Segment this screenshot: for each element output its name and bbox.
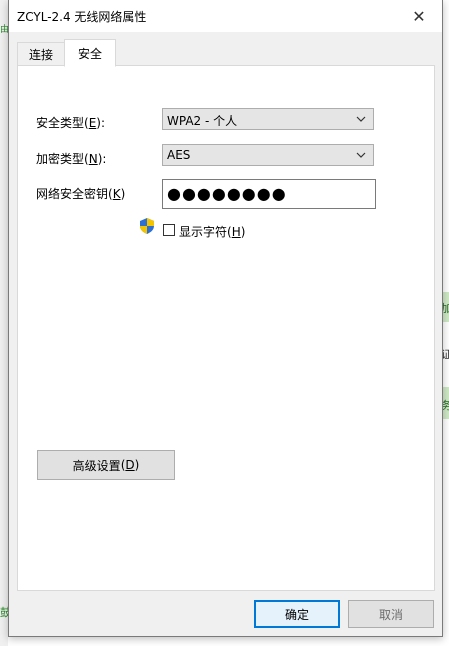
advanced-settings-label: 高级设置 (72, 458, 121, 473)
security-type-label-text: 安全类型 (36, 116, 85, 130)
chevron-down-icon (356, 116, 366, 122)
cancel-button[interactable]: 取消 (348, 600, 434, 628)
network-key-input[interactable]: ●●●●●●●● (162, 179, 376, 209)
close-button[interactable]: ✕ (396, 0, 442, 32)
security-type-accel: E (88, 116, 97, 130)
tab-security[interactable]: 安全 (64, 39, 116, 67)
encryption-type-label: 加密类型(N): (36, 152, 107, 166)
encryption-type-value: AES (167, 148, 191, 162)
security-tab-panel: 安全类型(E): WPA2 - 个人 加密类型(N): AES 网络安全密钥(K… (17, 65, 435, 591)
ok-button[interactable]: 确定 (254, 600, 340, 628)
ok-button-label: 确定 (284, 607, 309, 622)
show-characters-checkbox[interactable] (163, 224, 175, 236)
tab-connection-label: 连接 (28, 47, 53, 62)
window-title: ZCYL-2.4 无线网络属性 (17, 10, 147, 24)
tab-security-label: 安全 (77, 46, 102, 61)
network-key-value: ●●●●●●●● (167, 184, 287, 203)
show-characters-accel: H (231, 225, 241, 239)
title-bar: ZCYL-2.4 无线网络属性 ✕ (9, 0, 442, 32)
cancel-button-label: 取消 (378, 607, 403, 622)
uac-shield-icon (140, 218, 154, 234)
show-characters-label[interactable]: 显示字符(H) (179, 223, 245, 240)
tab-strip: 连接 安全 (9, 38, 442, 67)
security-type-label: 安全类型(E): (36, 116, 106, 130)
network-key-label-text: 网络安全密钥 (36, 187, 109, 201)
encryption-type-accel: N (88, 152, 98, 166)
close-icon: ✕ (412, 6, 426, 26)
encryption-type-label-text: 加密类型 (36, 152, 85, 166)
wireless-properties-dialog: ZCYL-2.4 无线网络属性 ✕ 连接 安全 安全类型(E): WPA2 - … (8, 0, 443, 637)
background-window-left-edge (0, 0, 8, 646)
chevron-down-icon (356, 152, 366, 158)
advanced-settings-accel: D (125, 458, 135, 472)
encryption-type-select[interactable]: AES (162, 144, 374, 166)
tab-connection[interactable]: 连接 (17, 42, 65, 65)
network-key-accel: K (112, 187, 121, 201)
show-characters-label-text: 显示字符 (179, 225, 228, 239)
advanced-settings-button[interactable]: 高级设置(D) (37, 450, 175, 480)
security-type-value: WPA2 - 个人 (167, 114, 238, 128)
network-key-label: 网络安全密钥(K) (36, 187, 126, 201)
screen: 由 鼓 加 证 务 ZCYL-2.4 无线网络属性 ✕ 连接 安全 安全类型(E… (0, 0, 449, 646)
security-type-select[interactable]: WPA2 - 个人 (162, 108, 374, 130)
